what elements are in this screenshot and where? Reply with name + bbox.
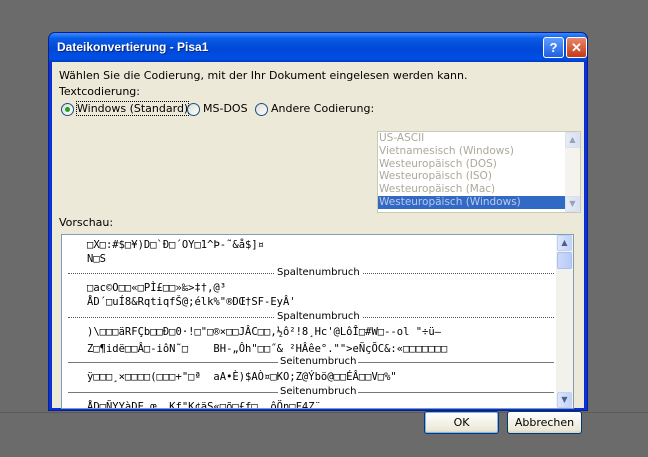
close-button[interactable]: ✕ [566, 37, 587, 58]
scroll-up-icon: ▲ [565, 132, 580, 148]
preview-pane[interactable]: □X□:#$□¥)D□`Ð□´ΟY□1^Þ-˜&å$]¤ N□S Spalten… [61, 234, 574, 409]
page-break-label: Seitenumbruch [278, 356, 359, 368]
preview-line: N□S [87, 253, 106, 265]
radio-windows-label[interactable]: Windows (Standard) [75, 101, 190, 116]
preview-line: )\□□□äRFÇb□□Ð□0·!□"□®×□□JÂC□□,½ô²!8¸Hc'@… [87, 326, 442, 338]
radio-selected-dot [65, 107, 70, 112]
radio-other-encoding[interactable] [255, 103, 268, 116]
page-break-marker: Seitenumbruch [68, 386, 554, 398]
ok-button[interactable]: OK [424, 411, 499, 434]
preview-line: ÅD□ÑYYàDE.œ Kf"K¢äS«□õ□£f□ ôÖn□F4Z¨. [87, 401, 328, 409]
radio-msdos-label[interactable]: MS-DOS [203, 102, 248, 115]
scroll-down-icon[interactable]: ▼ [557, 392, 572, 408]
radio-windows[interactable] [61, 103, 74, 116]
cancel-button[interactable]: Abbrechen [507, 411, 582, 434]
page-break-marker: Seitenumbruch [68, 356, 554, 368]
scroll-down-icon: ▼ [565, 196, 580, 212]
column-break-label: Spaltenumbruch [275, 311, 362, 323]
close-icon: ✕ [571, 40, 582, 55]
preview-line: □X□:#$□¥)D□`Ð□´ΟY□1^Þ-˜&å$]¤ [87, 239, 265, 251]
help-icon: ? [549, 40, 558, 55]
list-item-selected: Westeuropäisch (Windows) [378, 195, 565, 209]
dialog-body: Wählen Sie die Codierung, mit der Ihr Do… [52, 62, 584, 434]
column-break-label: Spaltenumbruch [275, 267, 362, 279]
preview-label: Vorschau: [59, 216, 114, 229]
list-item: Westeuropäisch (Mac) [379, 183, 496, 196]
window-title: Dateikonvertierung - Pisa1 [57, 40, 209, 54]
page-break-label: Seitenumbruch [278, 386, 359, 398]
encoding-group-label: Textcodierung: [59, 85, 140, 98]
column-break-marker: Spaltenumbruch [68, 267, 554, 279]
preview-line: ÿ□□□¸×□□□□(□□□+"□ª aA•È)$AÒ¤□KO;Z@Ýbö@□□… [87, 371, 397, 383]
radio-msdos[interactable] [187, 103, 200, 116]
instruction-text: Wählen Sie die Codierung, mit der Ihr Do… [59, 69, 468, 82]
file-conversion-dialog: Dateikonvertierung - Pisa1 ? ✕ Wählen Si… [48, 32, 588, 434]
radio-other-encoding-label[interactable]: Andere Codierung: [271, 102, 374, 115]
scrollbar-thumb[interactable] [557, 252, 572, 269]
list-item: Westeuropäisch (DOS) [379, 157, 497, 170]
other-encoding-list: US-ASCII Vietnamesisch (Windows) Westeur… [377, 131, 581, 213]
column-break-marker: Spaltenumbruch [68, 311, 554, 323]
list-item: US-ASCII [379, 132, 425, 144]
list-scrollbar: ▲ ▼ [565, 132, 580, 212]
preview-line: □ac©O□□«□PÌ£□□»‰>‡†,@³ [87, 282, 227, 294]
help-button[interactable]: ? [543, 37, 564, 58]
preview-line: ÅD´□uÍ8&RqtiqfŠ@;élk%"®DŒ†SF-EyÂ' [87, 296, 296, 308]
preview-scrollbar[interactable]: ▲ ▼ [556, 235, 573, 408]
preview-line: Z□¶idë□□Â□-iôN˜□ BH-„Ôh"□□˝& ²HÂêe°."">e… [87, 343, 448, 355]
title-bar[interactable]: Dateikonvertierung - Pisa1 ? ✕ [49, 33, 587, 62]
list-item: Vietnamesisch (Windows) [379, 144, 514, 157]
scroll-up-icon[interactable]: ▲ [557, 235, 572, 251]
list-item: Westeuropäisch (ISO) [379, 170, 492, 183]
